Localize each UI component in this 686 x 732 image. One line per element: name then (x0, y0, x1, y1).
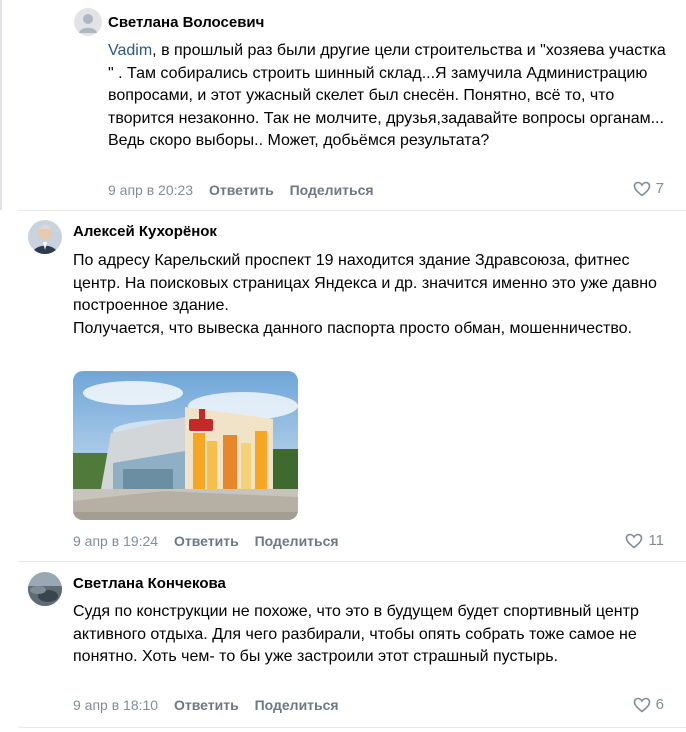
reply-button[interactable]: Ответить (174, 697, 239, 713)
heart-icon (633, 181, 651, 197)
person-photo-icon (28, 220, 62, 254)
comment-time[interactable]: 9 апр в 18:10 (73, 697, 158, 713)
like-button[interactable]: 6 (633, 696, 664, 713)
share-button[interactable]: Поделиться (255, 697, 339, 713)
comment-body: , в прошлый раз были другие цели строите… (108, 42, 666, 149)
avatar[interactable] (28, 220, 62, 254)
comment-text: Vadim, в прошлый раз были другие цели ст… (108, 40, 668, 153)
like-button[interactable]: 11 (625, 532, 664, 549)
comment-time[interactable]: 9 апр в 20:23 (108, 182, 193, 198)
share-button[interactable]: Поделиться (290, 182, 374, 198)
landscape-photo-icon (28, 572, 62, 606)
like-count: 6 (655, 696, 664, 713)
comment-author[interactable]: Светлана Волосевич (108, 14, 264, 31)
building-photo (73, 371, 298, 520)
heart-icon (633, 697, 651, 713)
comment-divider (18, 561, 686, 562)
like-count: 7 (655, 180, 664, 197)
user-icon (79, 14, 97, 33)
reply-button[interactable]: Ответить (209, 182, 274, 198)
avatar-placeholder[interactable] (74, 8, 102, 36)
comment-author[interactable]: Светлана Кончекова (73, 575, 226, 592)
comment-author[interactable]: Алексей Кухорёнок (73, 223, 217, 240)
comment-divider (18, 727, 686, 728)
reply-button[interactable]: Ответить (174, 533, 239, 549)
comment-meta: 9 апр в 20:23 Ответить Поделиться (108, 182, 386, 198)
comment-meta: 9 апр в 18:10 Ответить Поделиться (73, 697, 351, 713)
like-button[interactable]: 7 (633, 180, 664, 197)
share-button[interactable]: Поделиться (255, 533, 339, 549)
comment-text: Судя по конструкции не похоже, что это в… (73, 603, 639, 665)
comment-time[interactable]: 9 апр в 19:24 (73, 533, 158, 549)
comment-divider (18, 210, 686, 211)
comment-text: По адресу Карельский проспект 19 находит… (73, 252, 657, 337)
left-scroll-indicator (0, 0, 2, 210)
heart-icon (625, 533, 643, 549)
like-count: 11 (648, 532, 664, 549)
attached-photo[interactable] (73, 371, 298, 520)
comment-meta: 9 апр в 19:24 Ответить Поделиться (73, 533, 351, 549)
avatar[interactable] (28, 572, 62, 606)
mention-link[interactable]: Vadim (108, 42, 152, 59)
